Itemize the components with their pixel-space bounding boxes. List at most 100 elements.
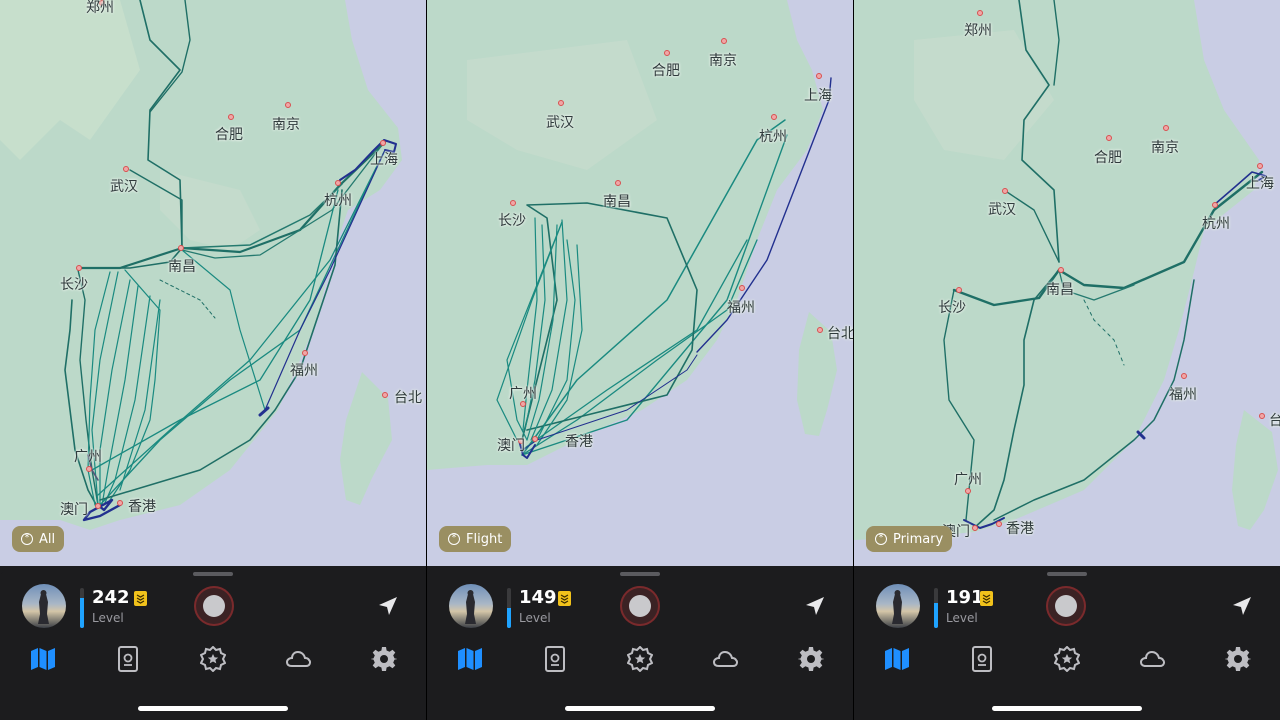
level-value: 242 bbox=[92, 587, 130, 608]
location-arrow-icon[interactable] bbox=[376, 594, 400, 622]
city-label: 广州 bbox=[509, 386, 537, 402]
city-marker bbox=[1212, 202, 1218, 208]
filter-chip[interactable]: * All bbox=[12, 526, 65, 552]
filter-label: Flight bbox=[466, 531, 503, 547]
city-marker bbox=[816, 73, 822, 79]
panel-all: 郑州 合肥 南京 武汉 上海 杭州 南昌 长沙 福州 台北 广州 香港 澳门 *… bbox=[0, 0, 426, 720]
city-marker bbox=[615, 180, 621, 186]
city-label: 南京 bbox=[1151, 140, 1179, 156]
map-view[interactable]: 郑州 合肥 南京 武汉 上海 杭州 南昌 长沙 福州 台北 广州 香港 澳门 *… bbox=[0, 0, 426, 566]
city-label: 香港 bbox=[128, 499, 156, 515]
city-label: 香港 bbox=[1006, 521, 1034, 537]
location-arrow-icon[interactable] bbox=[803, 594, 827, 622]
asterisk-icon: * bbox=[448, 533, 460, 545]
city-marker bbox=[956, 287, 962, 293]
location-arrow-icon[interactable] bbox=[1230, 594, 1254, 622]
city-label: 长沙 bbox=[498, 213, 526, 229]
city-label: 合肥 bbox=[215, 127, 243, 143]
filter-chip[interactable]: * Primary bbox=[866, 526, 953, 552]
level-badge-icon bbox=[980, 591, 993, 606]
city-label: 长沙 bbox=[60, 277, 88, 293]
map-view[interactable]: 郑州 合肥 南京 武汉 上海 杭州 长沙 南昌 福州 台北 广州 澳门 香港 *… bbox=[854, 0, 1280, 566]
home-indicator bbox=[138, 706, 288, 711]
city-marker bbox=[302, 350, 308, 356]
city-marker bbox=[1181, 373, 1187, 379]
level-label: Level bbox=[92, 611, 124, 625]
sheet-handle[interactable] bbox=[620, 572, 660, 576]
sheet-handle[interactable] bbox=[193, 572, 233, 576]
city-label: 上海 bbox=[1246, 176, 1274, 192]
badge-icon[interactable] bbox=[198, 644, 228, 674]
bottom-sheet: 191 Level bbox=[854, 566, 1280, 720]
avatar[interactable] bbox=[876, 584, 920, 628]
city-label: 香港 bbox=[565, 434, 593, 450]
city-marker bbox=[1163, 125, 1169, 131]
city-marker bbox=[771, 114, 777, 120]
city-marker bbox=[721, 38, 727, 44]
city-marker bbox=[382, 392, 388, 398]
city-marker bbox=[1259, 413, 1265, 419]
city-label: 台北 bbox=[394, 390, 422, 406]
city-label: 南京 bbox=[272, 117, 300, 133]
gear-icon[interactable] bbox=[1223, 644, 1253, 674]
filter-label: Primary bbox=[893, 531, 944, 547]
filter-chip[interactable]: * Flight bbox=[439, 526, 512, 552]
level-label: Level bbox=[519, 611, 551, 625]
map-icon[interactable] bbox=[28, 644, 58, 674]
level-badge-icon bbox=[134, 591, 147, 606]
record-button[interactable] bbox=[194, 586, 234, 626]
record-button[interactable] bbox=[1046, 586, 1086, 626]
city-marker bbox=[178, 245, 184, 251]
city-marker bbox=[1106, 135, 1112, 141]
badge-icon[interactable] bbox=[625, 644, 655, 674]
avatar[interactable] bbox=[22, 584, 66, 628]
city-marker bbox=[739, 285, 745, 291]
city-marker bbox=[117, 500, 123, 506]
city-label: 杭州 bbox=[1202, 216, 1230, 232]
map-icon[interactable] bbox=[882, 644, 912, 674]
level-badge-icon bbox=[558, 591, 571, 606]
sheet-handle[interactable] bbox=[1047, 572, 1087, 576]
avatar[interactable] bbox=[449, 584, 493, 628]
record-button[interactable] bbox=[620, 586, 660, 626]
map-icon[interactable] bbox=[455, 644, 485, 674]
city-label: 南京 bbox=[709, 53, 737, 69]
city-marker bbox=[996, 521, 1002, 527]
tab-bar bbox=[854, 644, 1280, 674]
level-value: 149 bbox=[519, 587, 557, 608]
passport-icon[interactable] bbox=[540, 644, 570, 674]
panel-primary: 郑州 合肥 南京 武汉 上海 杭州 长沙 南昌 福州 台北 广州 澳门 香港 *… bbox=[854, 0, 1280, 720]
level-progress bbox=[507, 588, 511, 628]
city-label: 武汉 bbox=[110, 179, 138, 195]
map-view[interactable]: 合肥 南京 武汉 上海 杭州 长沙 南昌 福州 台北 广州 澳门 香港 * Fl… bbox=[427, 0, 853, 566]
city-label: 澳门 bbox=[497, 438, 525, 454]
city-label: 南昌 bbox=[168, 259, 196, 275]
city-marker bbox=[977, 10, 983, 16]
level-value: 191 bbox=[946, 587, 984, 608]
cloud-icon[interactable] bbox=[711, 644, 741, 674]
city-marker bbox=[86, 466, 92, 472]
passport-icon[interactable] bbox=[113, 644, 143, 674]
city-marker bbox=[380, 140, 386, 146]
panel-flight: 合肥 南京 武汉 上海 杭州 长沙 南昌 福州 台北 广州 澳门 香港 * Fl… bbox=[427, 0, 853, 720]
city-label: 武汉 bbox=[546, 115, 574, 131]
home-indicator bbox=[565, 706, 715, 711]
badge-icon[interactable] bbox=[1052, 644, 1082, 674]
level-progress bbox=[80, 588, 84, 628]
city-label: 郑州 bbox=[964, 23, 992, 39]
city-label: 合肥 bbox=[652, 63, 680, 79]
gear-icon[interactable] bbox=[369, 644, 399, 674]
city-label: 上海 bbox=[804, 88, 832, 104]
cloud-icon[interactable] bbox=[284, 644, 314, 674]
city-marker bbox=[335, 180, 341, 186]
city-label: 广州 bbox=[74, 449, 102, 465]
city-marker bbox=[972, 525, 978, 531]
city-label: 南昌 bbox=[603, 194, 631, 210]
passport-icon[interactable] bbox=[967, 644, 997, 674]
city-label: 上海 bbox=[370, 152, 398, 168]
city-label: 南昌 bbox=[1046, 282, 1074, 298]
city-label: 福州 bbox=[290, 363, 318, 379]
level-label: Level bbox=[946, 611, 978, 625]
gear-icon[interactable] bbox=[796, 644, 826, 674]
cloud-icon[interactable] bbox=[1138, 644, 1168, 674]
